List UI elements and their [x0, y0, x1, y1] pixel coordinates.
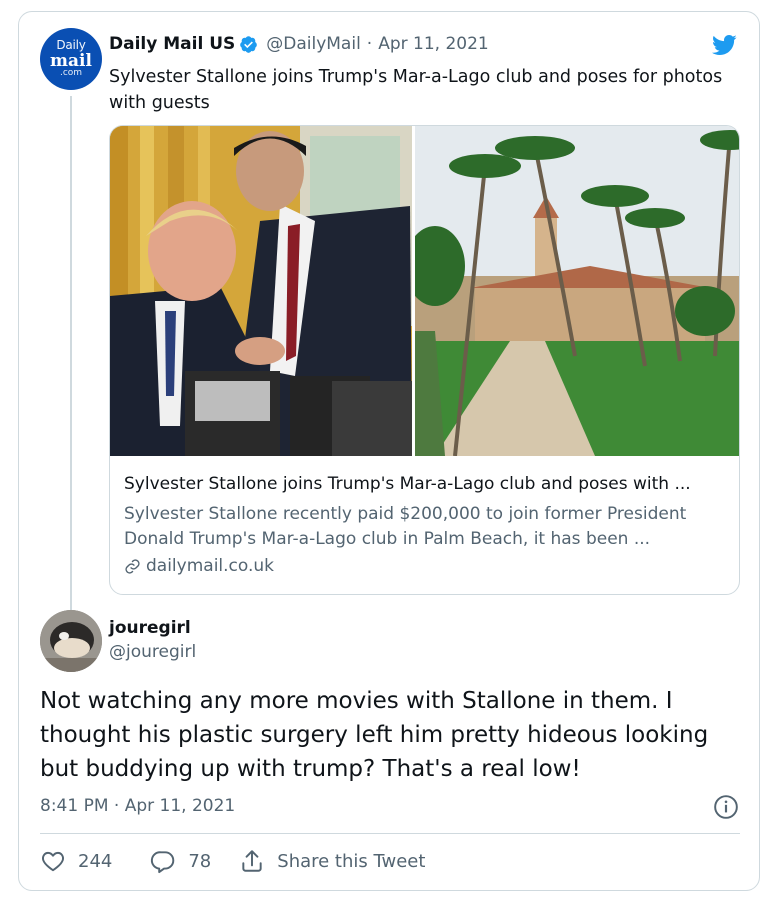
- jouregirl-avatar[interactable]: [40, 610, 102, 672]
- share-label: Share this Tweet: [277, 850, 426, 872]
- reply-author-handle[interactable]: @jouregirl: [109, 642, 196, 662]
- reply-author-name[interactable]: jouregirl: [109, 618, 191, 638]
- link-card-domain: dailymail.co.uk: [124, 556, 274, 576]
- like-button[interactable]: 244: [40, 848, 112, 874]
- share-button[interactable]: Share this Tweet: [239, 848, 425, 874]
- quoted-tweet-header: Daily Mail US @DailyMail · Apr 11, 2021: [109, 34, 489, 54]
- link-icon: [125, 558, 140, 574]
- daily-mail-avatar[interactable]: Daily mail .com: [40, 28, 102, 90]
- header-separator: ·: [366, 34, 373, 54]
- quoted-tweet-text: Sylvester Stallone joins Trump's Mar-a-L…: [109, 67, 723, 113]
- reply-count: 78: [188, 850, 212, 872]
- twitter-bird-icon[interactable]: [709, 32, 739, 58]
- like-count: 244: [78, 850, 113, 872]
- stallone-trump-photo: [110, 126, 412, 456]
- tweet-actions: 244 78 Share this Tweet: [40, 848, 425, 874]
- tweet-timestamp[interactable]: 8:41 PM · Apr 11, 2021: [40, 796, 235, 816]
- reply-icon: [151, 851, 175, 874]
- share-icon: [242, 850, 262, 872]
- verified-badge-icon: [240, 35, 258, 53]
- reply-button[interactable]: 78: [150, 848, 211, 874]
- tweet-embed-card: Daily mail .com Daily Mail US @DailyMail…: [18, 11, 760, 891]
- link-preview-card[interactable]: Sylvester Stallone joins Trump's Mar-a-L…: [109, 125, 740, 595]
- author-handle[interactable]: @DailyMail: [266, 34, 361, 54]
- actions-divider: [40, 833, 740, 834]
- reply-tweet-text: Not watching any more movies with Stallo…: [40, 688, 709, 782]
- avatar-logo-line-1: Daily: [56, 38, 86, 52]
- author-name[interactable]: Daily Mail US: [109, 34, 235, 54]
- heart-icon: [42, 851, 64, 872]
- avatar-logo-line-3: .com: [59, 68, 83, 78]
- thread-connector-line: [70, 96, 72, 612]
- link-card-description: Sylvester Stallone recently paid $200,00…: [124, 504, 687, 549]
- mar-a-lago-photo: [415, 126, 739, 456]
- link-card-title: Sylvester Stallone joins Trump's Mar-a-L…: [124, 474, 691, 494]
- link-domain-text: dailymail.co.uk: [146, 556, 275, 576]
- info-icon[interactable]: [713, 794, 739, 820]
- tweet-date[interactable]: Apr 11, 2021: [378, 34, 489, 54]
